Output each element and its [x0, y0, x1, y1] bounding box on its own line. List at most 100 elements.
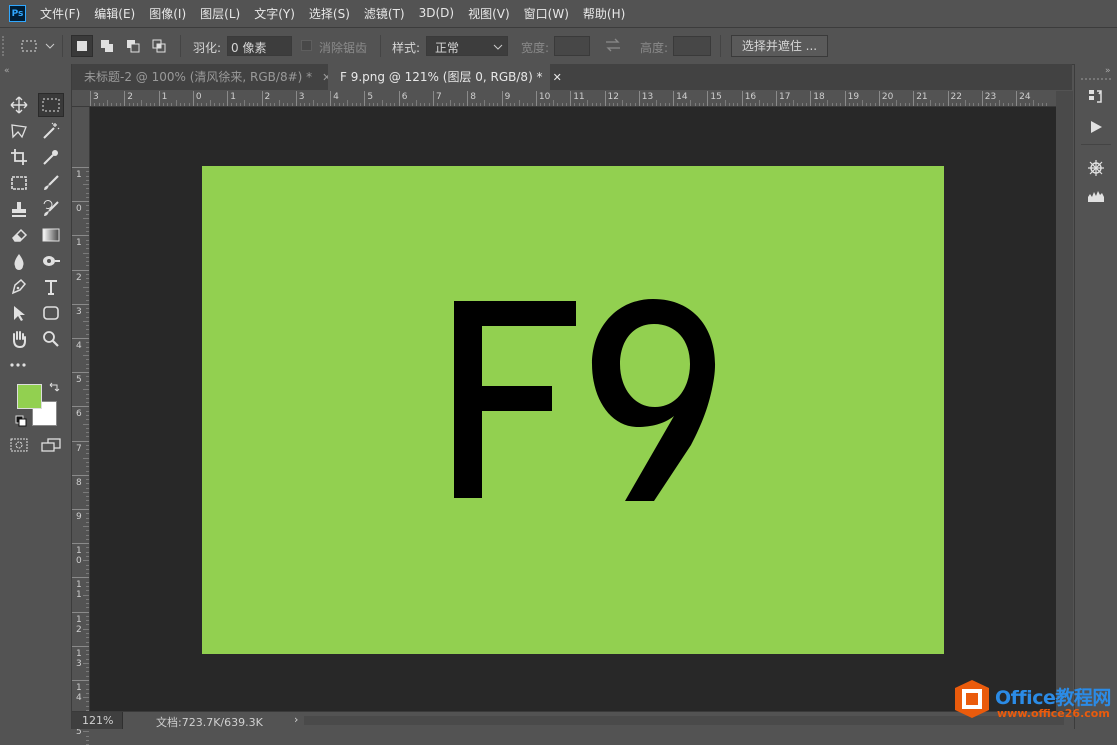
office-logo-icon — [955, 680, 989, 718]
ruler-minor-tick — [86, 282, 89, 284]
height-input[interactable] — [673, 36, 711, 56]
ruler-minor-tick — [83, 491, 89, 493]
navigator-panel-button[interactable] — [1083, 156, 1109, 180]
type-tool[interactable] — [38, 275, 64, 299]
history-brush-tool[interactable] — [38, 197, 64, 221]
ruler-minor-tick — [625, 103, 627, 106]
rectangle-tool[interactable] — [38, 301, 64, 325]
move-tool[interactable] — [6, 93, 32, 117]
tab-untitled-2[interactable]: 未标题-2 @ 100% (清风徐来, RGB/8#) * ✕ — [72, 64, 331, 90]
crop-tool[interactable] — [6, 145, 32, 169]
menu-view[interactable]: 视图(V) — [468, 5, 510, 22]
ruler-minor-tick — [86, 551, 89, 553]
ruler-vertical[interactable]: 10123456789101112131415 — [72, 107, 90, 745]
menu-help[interactable]: 帮助(H) — [583, 5, 625, 22]
histogram-panel-button[interactable] — [1083, 184, 1109, 208]
menu-select[interactable]: 选择(S) — [309, 5, 350, 22]
tool-preset-picker[interactable] — [18, 35, 58, 57]
ruler-minor-tick — [270, 103, 272, 106]
ruler-minor-tick — [94, 103, 96, 106]
zoom-field[interactable]: 121% — [72, 712, 123, 729]
hand-tool[interactable] — [6, 327, 32, 351]
zoom-tool[interactable] — [38, 327, 64, 351]
menu-layer[interactable]: 图层(L) — [200, 5, 240, 22]
ruler-minor-tick — [86, 414, 89, 416]
menu-file[interactable]: 文件(F) — [40, 5, 80, 22]
gradient-tool[interactable] — [38, 223, 64, 247]
ruler-minor-tick — [86, 496, 89, 498]
ruler-label: 11 — [76, 580, 82, 601]
menu-filter[interactable]: 滤镜(T) — [364, 5, 405, 22]
eraser-tool[interactable] — [6, 223, 32, 247]
horizontal-scrollbar[interactable] — [304, 716, 1064, 725]
brush-tool[interactable] — [38, 171, 64, 195]
select-and-mask-button[interactable]: 选择并遮住 ... — [731, 35, 828, 57]
dodge-tool[interactable] — [38, 249, 64, 273]
ruler-minor-tick — [86, 273, 89, 275]
eyedropper-tool[interactable] — [38, 145, 64, 169]
options-grip[interactable] — [2, 36, 8, 56]
more-dots-icon — [10, 363, 26, 367]
ruler-label: 0 — [76, 204, 82, 215]
quick-mask-button[interactable] — [6, 433, 32, 457]
ruler-tick — [844, 91, 846, 106]
rounded-rect-icon — [43, 306, 59, 320]
ruler-minor-tick — [86, 393, 89, 395]
ruler-minor-tick — [86, 624, 89, 626]
ruler-label: 9 — [76, 512, 82, 522]
ruler-horizontal[interactable]: 3 2 1 0 1 2 3 4 5 6 7 8 9 10 11 12 13 14 15 16 17 18 19 20 21 22 2… — [72, 91, 1056, 107]
menu-window[interactable]: 窗口(W) — [524, 5, 569, 22]
close-tab-icon[interactable]: ✕ — [553, 71, 562, 84]
vertical-scrollbar[interactable] — [1056, 91, 1073, 711]
ruler-minor-tick — [86, 325, 89, 327]
menu-image[interactable]: 图像(I) — [149, 5, 186, 22]
default-colors-button[interactable] — [15, 415, 27, 430]
edit-toolbar-button[interactable] — [6, 353, 32, 377]
history-panel-button[interactable] — [1083, 85, 1109, 109]
ruler-minor-tick — [964, 100, 966, 106]
path-selection-tool[interactable] — [6, 301, 32, 325]
menu-3d[interactable]: 3D(D) — [419, 6, 454, 20]
style-select[interactable]: 正常 — [426, 36, 508, 56]
expand-panels-icon[interactable]: » — [1105, 66, 1111, 76]
menu-edit[interactable]: 编辑(E) — [94, 5, 135, 22]
panel-grip[interactable] — [1081, 78, 1111, 83]
collapse-toolbar-icon[interactable]: « — [4, 66, 10, 76]
document-canvas[interactable]: F9 — [202, 166, 944, 654]
blur-tool[interactable] — [6, 249, 32, 273]
tab-f9-png[interactable]: F 9.png @ 121% (图层 0, RGB/8) * ✕ — [328, 64, 562, 90]
subtract-selection-button[interactable] — [122, 35, 144, 57]
add-to-selection-button[interactable] — [96, 35, 118, 57]
swap-colors-button[interactable] — [48, 381, 60, 396]
ruler-minor-tick — [86, 436, 89, 438]
rectangular-marquee-tool[interactable] — [38, 93, 64, 117]
new-selection-button[interactable] — [71, 35, 93, 57]
screen-mode-button[interactable] — [38, 433, 64, 457]
ruler-minor-tick — [86, 453, 89, 455]
foreground-color-swatch[interactable] — [17, 384, 42, 409]
ruler-minor-tick — [86, 615, 89, 617]
menu-type[interactable]: 文字(Y) — [254, 5, 295, 22]
watermark-brand: Office教程网 — [995, 687, 1111, 709]
ruler-minor-tick — [86, 171, 89, 173]
photoshop-logo-icon[interactable]: Ps — [9, 4, 26, 22]
ruler-label: 2 — [127, 92, 134, 102]
ruler-minor-tick — [394, 103, 396, 106]
pen-tool[interactable] — [6, 275, 32, 299]
antialias-checkbox[interactable] — [301, 40, 312, 51]
lasso-tool[interactable] — [6, 119, 32, 143]
status-menu-arrow[interactable]: › — [294, 713, 298, 726]
clone-stamp-tool[interactable] — [6, 197, 32, 221]
frame-tool[interactable] — [6, 171, 32, 195]
swap-dimensions-button[interactable] — [604, 37, 622, 56]
actions-panel-button[interactable] — [1083, 115, 1109, 139]
ruler-minor-tick — [968, 103, 970, 106]
ruler-tick — [535, 91, 537, 106]
intersect-selection-button[interactable] — [148, 35, 170, 57]
magic-wand-tool[interactable] — [38, 119, 64, 143]
width-input[interactable] — [554, 36, 590, 56]
ruler-minor-tick — [86, 632, 89, 634]
ruler-minor-tick — [86, 590, 89, 592]
feather-input[interactable]: 0 像素 — [227, 36, 292, 56]
ruler-minor-tick — [244, 100, 246, 106]
